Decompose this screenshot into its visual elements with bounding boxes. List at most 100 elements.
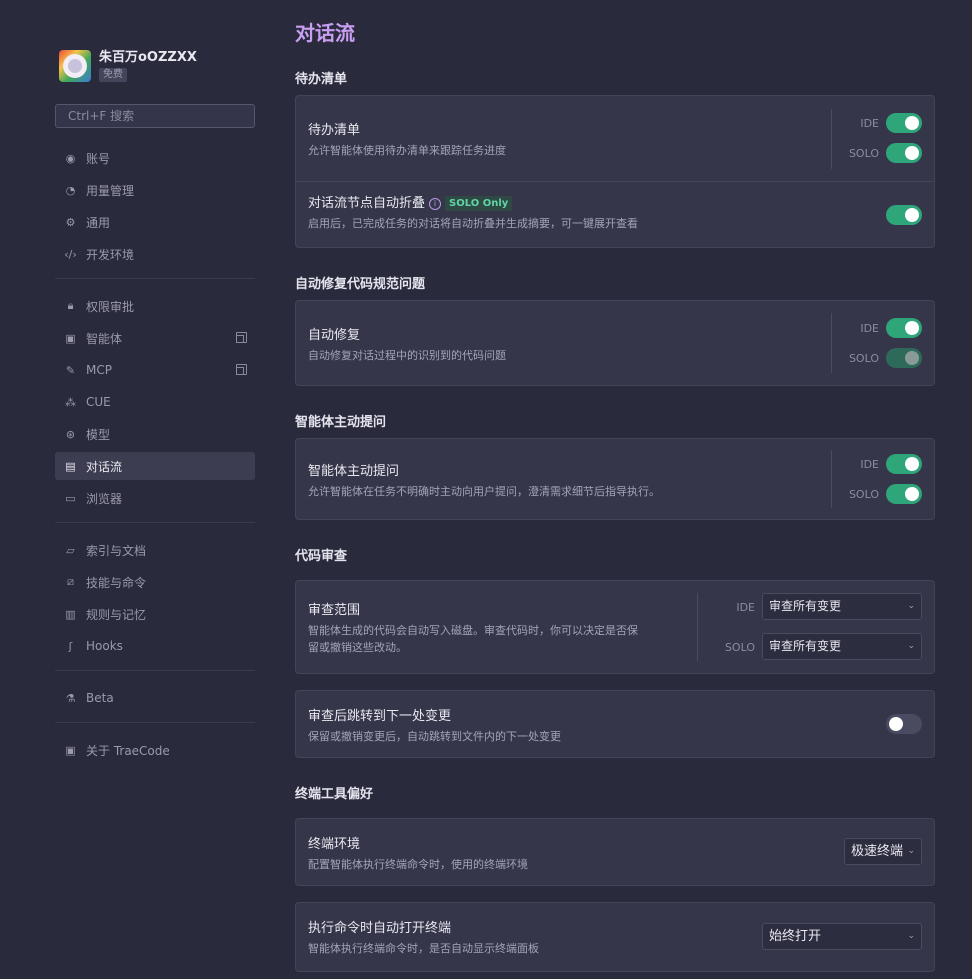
nav-item-chat-flow[interactable]: ▤ 对话流 — [55, 452, 255, 480]
row-terminal-env: 终端环境 配置智能体执行终端命令时，使用的终端环境 极速终端 ⌄ — [296, 819, 934, 885]
wrench-icon: ✎ — [65, 363, 76, 377]
nav-divider — [55, 278, 255, 279]
section-title-todo: 待办清单 — [295, 72, 348, 87]
row-desc: 允许智能体在任务不明确时主动向用户提问，澄清需求细节后指导执行。 — [308, 485, 660, 498]
solo-label: SOLO — [848, 352, 879, 365]
nav-item-browser[interactable]: ▭ 浏览器 — [55, 484, 255, 512]
row-title: 智能体主动提问 — [308, 464, 400, 479]
chevron-down-icon: ⌄ — [907, 601, 915, 611]
card-terminal-open: 执行命令时自动打开终端 智能体执行终端命令时，是否自动显示终端面板 始终打开 ⌄ — [295, 902, 935, 972]
solo-label: SOLO — [848, 488, 879, 501]
section-title-autofix: 自动修复代码规范问题 — [295, 277, 426, 292]
username: 朱百万oOZZXX — [99, 50, 197, 65]
solo-label: SOLO — [848, 147, 879, 160]
row-title: 执行命令时自动打开终端 — [308, 921, 452, 936]
terminal-env-select[interactable]: 极速终端 ⌄ — [844, 838, 922, 865]
ide-label: IDE — [860, 458, 879, 471]
autofix-solo-toggle[interactable] — [886, 348, 922, 368]
autofix-ide-toggle[interactable] — [886, 318, 922, 338]
card-todo: 待办清单 允许智能体使用待办清单来跟踪任务进度 IDE SOLO 对话流节点自动… — [295, 95, 935, 248]
nav-item-beta[interactable]: ⚗ Beta — [55, 684, 255, 712]
search-input[interactable]: Ctrl+F 搜索 — [55, 104, 255, 128]
auto-collapse-toggle[interactable] — [886, 205, 922, 225]
nav-divider — [55, 670, 255, 671]
terminal-open-select[interactable]: 始终打开 ⌄ — [762, 923, 922, 950]
nav-item-about[interactable]: ▣ 关于 TraeCode — [55, 736, 255, 764]
todo-solo-toggle[interactable] — [886, 143, 922, 163]
row-desc: 自动修复对话过程中的识别到的代码问题 — [308, 349, 506, 362]
nav-item-permissions[interactable]: 🔒︎ 权限审批 — [55, 292, 255, 320]
browser-icon: ▭ — [65, 491, 76, 505]
row-desc: 允许智能体使用待办清单来跟踪任务进度 — [308, 144, 506, 157]
chat-icon: ▤ — [65, 459, 76, 473]
ask-ide-toggle[interactable] — [886, 454, 922, 474]
external-link-icon — [236, 364, 247, 375]
review-solo-select[interactable]: 审查所有变更 ⌄ — [762, 633, 922, 660]
chevron-down-icon: ⌄ — [907, 846, 915, 856]
nav-item-agents[interactable]: ▣ 智能体 — [55, 324, 255, 352]
nav-divider — [55, 722, 255, 723]
nav-item-index-docs[interactable]: ▱ 索引与文档 — [55, 536, 255, 564]
row-desc: 启用后，已完成任务的对话将自动折叠并生成摘要，可一键展开查看 — [308, 217, 638, 230]
row-desc: 留或撤销这些改动。 — [308, 641, 407, 654]
row-autofix: 自动修复 自动修复对话过程中的识别到的代码问题 IDE SOLO — [296, 301, 934, 385]
card-review-scope: 审查范围 智能体生成的代码会自动写入磁盘。审查代码时，你可以决定是否保 留或撤销… — [295, 580, 935, 674]
row-title: 对话流节点自动折叠 — [308, 196, 426, 211]
folder-icon: ▱ — [66, 543, 75, 557]
agent-icon: ▣ — [65, 331, 76, 345]
nav-item-usage[interactable]: ◔ 用量管理 — [55, 176, 255, 204]
solo-only-badge: SOLO Only — [445, 196, 513, 211]
review-ide-select[interactable]: 审查所有变更 ⌄ — [762, 593, 922, 620]
code-icon: ‹/› — [64, 247, 77, 261]
book-icon: ▥ — [65, 607, 76, 621]
cue-icon: ⁂ — [65, 395, 76, 409]
slash-icon: ⧄ — [67, 575, 74, 588]
row-auto-collapse: 对话流节点自动折叠 i SOLO Only 启用后，已完成任务的对话将自动折叠并生成… — [296, 182, 934, 248]
row-review-scope: 审查范围 智能体生成的代码会自动写入磁盘。审查代码时，你可以决定是否保 留或撤销… — [296, 581, 934, 673]
card-autofix: 自动修复 自动修复对话过程中的识别到的代码问题 IDE SOLO — [295, 300, 935, 386]
row-terminal-open: 执行命令时自动打开终端 智能体执行终端命令时，是否自动显示终端面板 始终打开 ⌄ — [296, 903, 934, 971]
user-icon: ◉ — [65, 151, 76, 165]
nav-divider — [55, 522, 255, 523]
sidebar: 朱百万oOZZXX 免费 Ctrl+F 搜索 ◉ 账号 ◔ 用量管理 ⚙ 通用 ‹/›… — [55, 0, 255, 979]
info-box-icon: ▣ — [65, 743, 76, 757]
nav-item-models[interactable]: ⊛ 模型 — [55, 420, 255, 448]
nav-item-skills[interactable]: ⧄ 技能与命令 — [55, 568, 255, 596]
review-jump-toggle[interactable] — [886, 714, 922, 734]
page-title: 对话流 — [295, 21, 355, 45]
row-title: 自动修复 — [308, 328, 361, 343]
ide-label: IDE — [860, 117, 879, 130]
ide-label: IDE — [860, 322, 879, 335]
card-terminal-env: 终端环境 配置智能体执行终端命令时，使用的终端环境 极速终端 ⌄ — [295, 818, 935, 886]
section-title-review: 代码审查 — [295, 549, 348, 564]
section-title-ask: 智能体主动提问 — [295, 415, 387, 430]
nav-item-account[interactable]: ◉ 账号 — [55, 144, 255, 172]
avatar — [59, 50, 91, 82]
external-link-icon — [236, 332, 247, 343]
nav-item-hooks[interactable]: ʃ Hooks — [55, 632, 255, 660]
plan-badge: 免费 — [99, 68, 127, 82]
nav-item-mcp[interactable]: ✎ MCP — [55, 356, 255, 384]
nav-item-cue[interactable]: ⁂ CUE — [55, 388, 255, 416]
row-title: 审查后跳转到下一处变更 — [308, 709, 452, 724]
todo-ide-toggle[interactable] — [886, 113, 922, 133]
row-ask: 智能体主动提问 允许智能体在任务不明确时主动向用户提问，澄清需求细节后指导执行。… — [296, 439, 934, 519]
ide-label: IDE — [736, 601, 755, 614]
nav-item-rules[interactable]: ▥ 规则与记忆 — [55, 600, 255, 628]
chevron-down-icon: ⌄ — [907, 641, 915, 651]
hook-icon: ʃ — [68, 639, 73, 653]
ask-solo-toggle[interactable] — [886, 484, 922, 504]
row-desc: 保留或撤销变更后，自动跳转到文件内的下一处变更 — [308, 730, 561, 743]
info-icon[interactable]: i — [429, 197, 442, 210]
user-profile[interactable]: 朱百万oOZZXX 免费 — [59, 50, 197, 82]
gauge-icon: ◔ — [65, 183, 76, 197]
nav-item-dev-env[interactable]: ‹/› 开发环境 — [55, 240, 255, 268]
row-review-jump: 审查后跳转到下一处变更 保留或撤销变更后，自动跳转到文件内的下一处变更 — [296, 691, 934, 757]
nav-item-general[interactable]: ⚙ 通用 — [55, 208, 255, 236]
row-desc: 配置智能体执行终端命令时，使用的终端环境 — [308, 858, 528, 871]
row-title: 待办清单 — [308, 123, 361, 138]
flask-icon: ⚗ — [65, 691, 76, 705]
row-desc: 智能体生成的代码会自动写入磁盘。审查代码时，你可以决定是否保 — [308, 624, 638, 637]
model-icon: ⊛ — [65, 427, 76, 441]
row-todo-list: 待办清单 允许智能体使用待办清单来跟踪任务进度 IDE SOLO — [296, 96, 934, 181]
